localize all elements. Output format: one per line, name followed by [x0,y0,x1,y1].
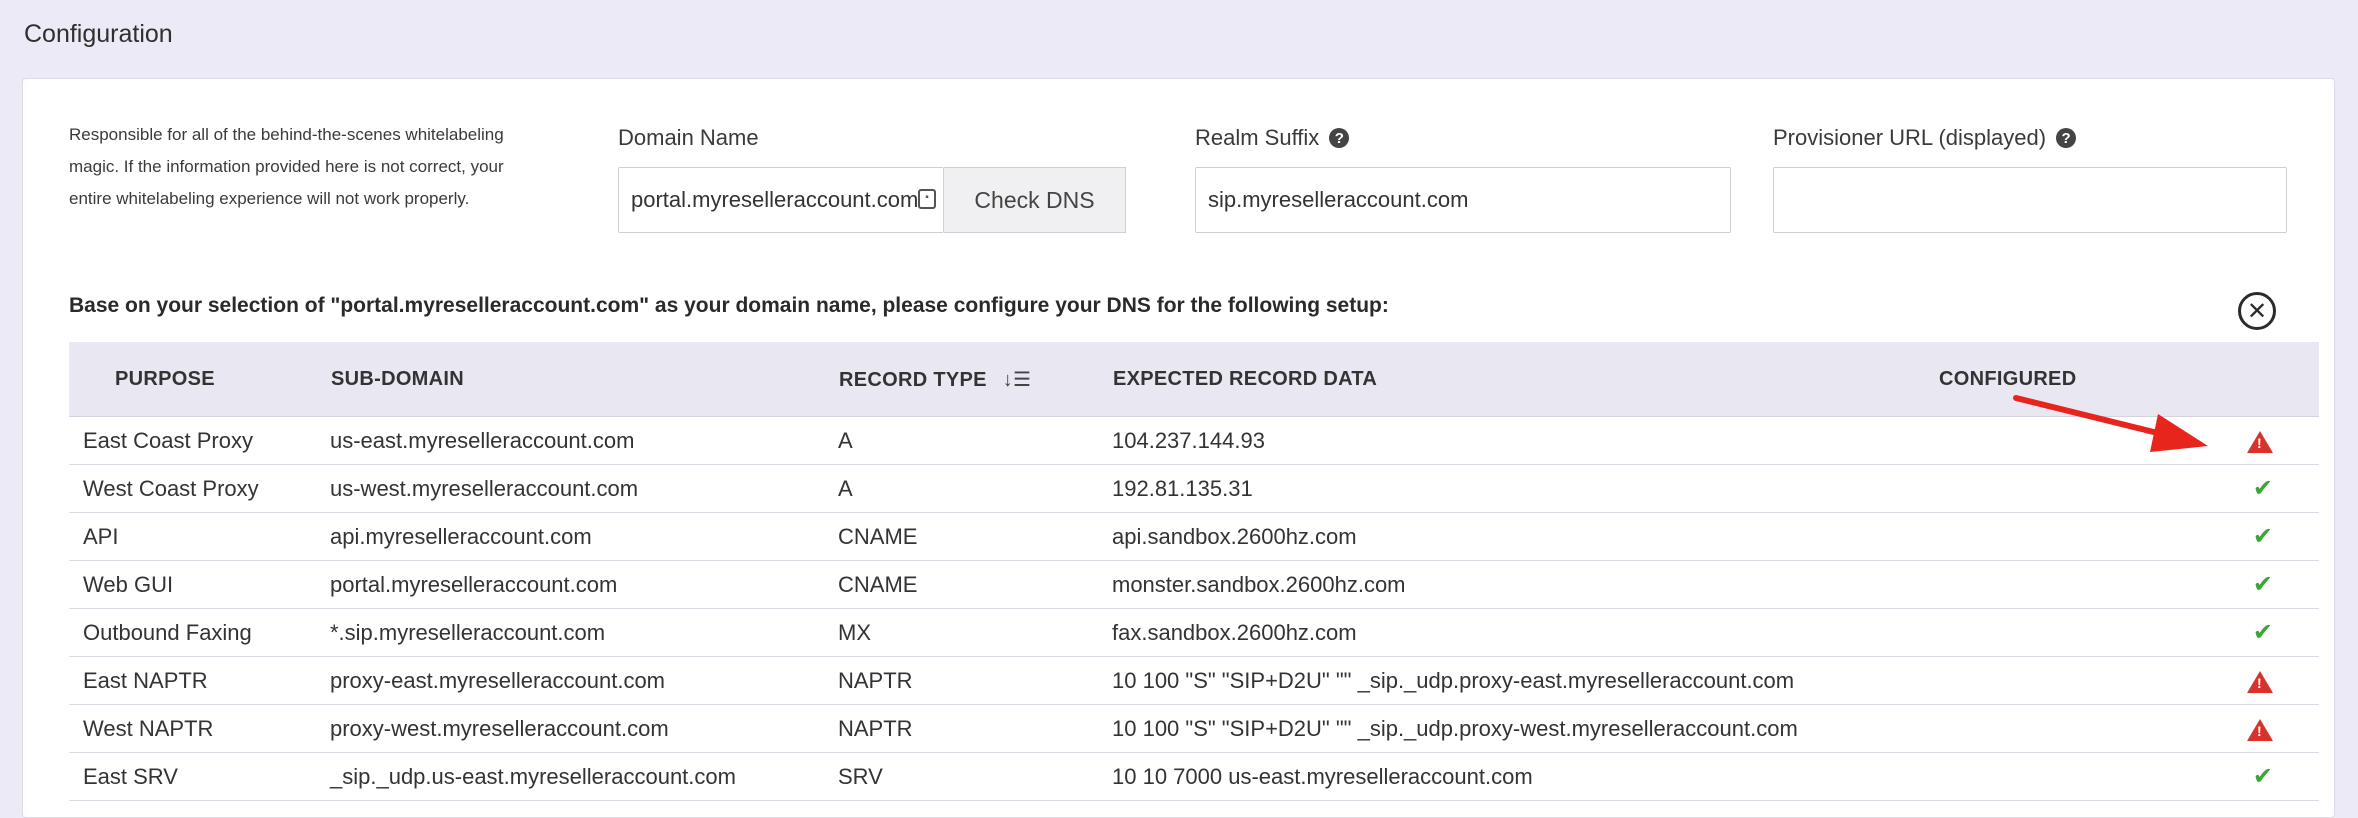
table-row: West Coast Proxy us-west.myreselleraccoun… [69,464,2319,513]
table-row: East NAPTR proxy-east.myreselleraccount.c… [69,656,2319,705]
sort-icon[interactable]: ↓☰ [1003,367,1032,392]
record-type-cell: A [838,464,1112,513]
help-icon[interactable]: ? [1329,128,1350,148]
record-type-cell: MX [838,608,1112,657]
check-icon: ✔ [2252,523,2273,550]
purpose-cell: East Coast Proxy [69,416,330,465]
record-type-cell: CNAME [838,512,1112,561]
subdomain-cell: proxy-east.myreselleraccount.com [330,656,838,705]
subdomain-cell: us-east.myreselleraccount.com [330,416,838,465]
check-icon: ✔ [2252,763,2273,790]
table-header-row: PURPOSE SUB-DOMAIN RECORD TYPE ↓☰ EXPECTE… [69,342,2319,417]
table-row: Outbound Faxing *.sip.myreselleraccount.c… [69,608,2319,657]
provisioner-url-input[interactable] [1773,167,2287,233]
autofill-icon[interactable]: ▪ [918,189,936,209]
configured-cell: ✔ [1938,752,2319,801]
subdomain-cell: _sip._udp.us-east.myreselleraccount.com [330,752,838,801]
realm-suffix-label: Realm Suffix ? [1195,125,1350,151]
warning-icon [2247,430,2273,453]
subdomain-cell: proxy-west.myreselleraccount.com [330,704,838,753]
help-icon[interactable]: ? [2056,128,2077,148]
expected-data-cell: 10 10 7000 us-east.myreselleraccount.com [1112,752,1938,801]
check-icon: ✔ [2252,619,2273,646]
table-row: API api.myreselleraccount.com CNAME api.san… [69,512,2319,561]
column-header-subdomain[interactable]: SUB-DOMAIN [330,342,838,417]
warning-icon [2247,718,2273,741]
domain-name-field-wrap: ▪ [618,167,944,233]
expected-data-cell: 192.81.135.31 [1112,464,1938,513]
configured-cell: ✔ [1938,464,2319,513]
realm-suffix-input[interactable] [1195,167,1731,233]
table-row: Web GUI portal.myreselleraccount.com CNAME… [69,560,2319,609]
purpose-cell: Web GUI [69,560,330,609]
record-type-cell: CNAME [838,560,1112,609]
subdomain-cell: api.myreselleraccount.com [330,512,838,561]
configured-cell [1938,656,2319,705]
dns-instruction: Base on your selection of "portal.myrese… [69,294,1389,317]
configured-cell: ✔ [1938,560,2319,609]
column-header-purpose[interactable]: PURPOSE [69,342,330,417]
check-icon: ✔ [2252,571,2273,598]
red-arrow-annotation [2013,395,2208,452]
column-header-record-type[interactable]: RECORD TYPE ↓☰ [838,342,1112,417]
configured-cell: ✔ [1938,512,2319,561]
description-text: Responsible for all of the behind-the-sc… [69,125,504,208]
expected-data-cell: 104.237.144.93 [1112,416,1938,465]
dns-records-table: PURPOSE SUB-DOMAIN RECORD TYPE ↓☰ EXPECTE… [69,342,2319,801]
expected-data-cell: api.sandbox.2600hz.com [1112,512,1938,561]
record-type-cell: NAPTR [838,656,1112,705]
subdomain-cell: us-west.myreselleraccount.com [330,464,838,513]
purpose-cell: API [69,512,330,561]
provisioner-url-label: Provisioner URL (displayed) ? [1773,125,2077,151]
close-icon[interactable]: ✕ [2238,292,2276,330]
purpose-cell: West Coast Proxy [69,464,330,513]
expected-data-cell: monster.sandbox.2600hz.com [1112,560,1938,609]
warning-icon [2247,670,2273,693]
domain-name-input[interactable] [618,167,944,233]
purpose-cell: East NAPTR [69,656,330,705]
table-row: East Coast Proxy us-east.myreselleraccoun… [69,416,2319,465]
purpose-cell: East SRV [69,752,330,801]
record-type-cell: A [838,416,1112,465]
configured-cell [1938,704,2319,753]
record-type-cell: SRV [838,752,1112,801]
record-type-cell: NAPTR [838,704,1112,753]
check-icon: ✔ [2252,475,2273,502]
table-row: West NAPTR proxy-west.myreselleraccount.c… [69,704,2319,753]
purpose-cell: West NAPTR [69,704,330,753]
purpose-cell: Outbound Faxing [69,608,330,657]
expected-data-cell: 10 100 "S" "SIP+D2U" "" _sip._udp.proxy-… [1112,656,1938,705]
expected-data-cell: 10 100 "S" "SIP+D2U" "" _sip._udp.proxy-… [1112,704,1938,753]
domain-name-label: Domain Name [618,125,759,150]
page-title: Configuration [24,20,173,48]
configured-cell: ✔ [1938,608,2319,657]
check-dns-button[interactable]: Check DNS [944,167,1126,233]
column-header-expected-data[interactable]: EXPECTED RECORD DATA [1112,342,1938,417]
subdomain-cell: *.sip.myreselleraccount.com [330,608,838,657]
expected-data-cell: fax.sandbox.2600hz.com [1112,608,1938,657]
table-row: East SRV _sip._udp.us-east.myreselleracco… [69,752,2319,801]
subdomain-cell: portal.myreselleraccount.com [330,560,838,609]
